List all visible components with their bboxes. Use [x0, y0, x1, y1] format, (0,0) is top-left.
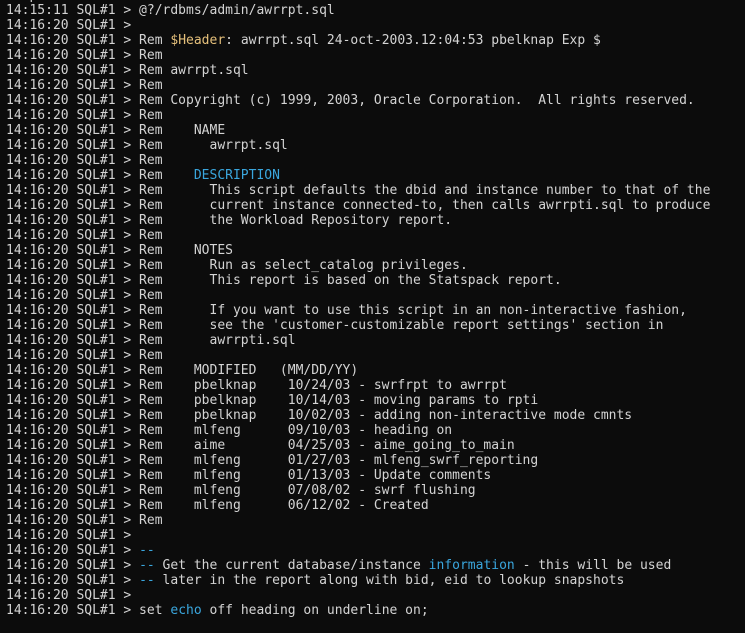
terminal-line: 14:16:20 SQL#1 > Rem see the 'customer-c…	[6, 318, 664, 333]
terminal-line: 14:16:20 SQL#1 > Rem	[6, 48, 163, 63]
line-text-segment: 14:16:20 SQL#1 > Rem	[6, 33, 171, 48]
terminal-line: 14:16:20 SQL#1 > Rem MODIFIED (MM/DD/YY)	[6, 363, 359, 378]
terminal-output: Elapsed: 00:00:01.9114:15:11 SQL#1 > @?/…	[6, 0, 745, 618]
terminal-line: 14:16:20 SQL#1 > Rem	[6, 153, 163, 168]
terminal-line: 14:16:20 SQL#1 > Rem	[6, 108, 163, 123]
line-text-segment: : awrrpt.sql 24-oct-2003.12:04:53 pbelkn…	[225, 33, 601, 48]
terminal-line: 14:16:20 SQL#1 > -- Get the current data…	[6, 558, 745, 573]
terminal-line: 14:16:20 SQL#1 > Rem This script default…	[6, 183, 711, 198]
terminal-window[interactable]: Elapsed: 00:00:01.9114:15:11 SQL#1 > @?/…	[0, 0, 745, 633]
terminal-line: 14:16:20 SQL#1 > Rem pbelknap 10/14/03 -…	[6, 393, 539, 408]
highlighted-token: --	[139, 573, 155, 588]
highlighted-token: DESCRIPTION	[193, 168, 280, 183]
highlighted-token: information	[428, 558, 515, 573]
terminal-line: 14:16:20 SQL#1 > Rem the Workload Reposi…	[6, 213, 453, 228]
line-text-segment: 14:16:20 SQL#1 >	[6, 558, 140, 573]
terminal-line: 14:16:20 SQL#1 > Rem mlfeng 01/27/03 - m…	[6, 453, 539, 468]
highlighted-token: --	[139, 558, 155, 573]
terminal-line: 14:16:20 SQL#1 >	[6, 588, 132, 603]
highlighted-token: echo	[170, 603, 202, 618]
terminal-line: 14:16:20 SQL#1 > Rem	[6, 228, 163, 243]
terminal-line: 14:15:11 SQL#1 > @?/rdbms/admin/awrrpt.s…	[6, 3, 335, 18]
terminal-line: 14:16:20 SQL#1 >	[6, 18, 132, 33]
line-text-segment: later in the report along with bid, eid …	[154, 573, 625, 588]
line-text-segment: off heading on underline on;	[201, 603, 429, 618]
terminal-line: 14:16:20 SQL#1 > Rem NOTES	[6, 243, 233, 258]
line-text-segment: 14:16:20 SQL#1 >	[6, 573, 140, 588]
terminal-line: 14:16:20 SQL#1 > Rem NAME	[6, 123, 226, 138]
terminal-line: 14:16:20 SQL#1 > Rem mlfeng 01/13/03 - U…	[6, 468, 492, 483]
terminal-line: 14:16:20 SQL#1 > -- later in the report …	[6, 573, 745, 588]
terminal-line: 14:16:20 SQL#1 > Rem Run as select_catal…	[6, 258, 468, 273]
terminal-line: 14:16:20 SQL#1 >	[6, 528, 132, 543]
line-text-segment: Get the current database/instance	[154, 558, 429, 573]
line-text-segment: 14:16:20 SQL#1 > set	[6, 603, 171, 618]
terminal-line: 14:16:20 SQL#1 > Rem If you want to use …	[6, 303, 687, 318]
terminal-line: 14:16:20 SQL#1 > Rem	[6, 513, 163, 528]
terminal-line: 14:16:20 SQL#1 > Rem aime 04/25/03 - aim…	[6, 438, 515, 453]
terminal-line: 14:16:20 SQL#1 > Rem	[6, 348, 163, 363]
terminal-line: 14:16:20 SQL#1 > Rem DESCRIPTION	[6, 168, 745, 183]
highlighted-token: $Header	[170, 33, 226, 48]
line-text-segment: 14:16:20 SQL#1 >	[6, 543, 140, 558]
terminal-line: 14:16:20 SQL#1 > Rem mlfeng 06/12/02 - C…	[6, 498, 429, 513]
terminal-line: 14:16:20 SQL#1 > Rem awrrpt.sql	[6, 138, 288, 153]
terminal-line: 14:16:20 SQL#1 > Rem pbelknap 10/02/03 -…	[6, 408, 633, 423]
terminal-line: 14:16:20 SQL#1 > --	[6, 543, 745, 558]
terminal-line: 14:16:20 SQL#1 > Rem Copyright (c) 1999,…	[6, 93, 695, 108]
terminal-line: 14:16:20 SQL#1 > Rem current instance co…	[6, 198, 711, 213]
terminal-line: 14:16:20 SQL#1 > Rem awrrpti.sql	[6, 333, 296, 348]
terminal-line: 14:16:20 SQL#1 > Rem $Header: awrrpt.sql…	[6, 33, 745, 48]
terminal-line: 14:16:20 SQL#1 > Rem	[6, 78, 163, 93]
terminal-line: 14:16:20 SQL#1 > Rem mlfeng 07/08/02 - s…	[6, 483, 476, 498]
highlighted-token: --	[139, 543, 155, 558]
terminal-line: 14:16:20 SQL#1 > Rem pbelknap 10/24/03 -…	[6, 378, 507, 393]
line-text-segment: - this will be used	[514, 558, 672, 573]
terminal-line: 14:16:20 SQL#1 > set echo off heading on…	[6, 603, 745, 618]
terminal-line: 14:16:20 SQL#1 > Rem mlfeng 09/10/03 - h…	[6, 423, 453, 438]
line-text-segment: 14:16:20 SQL#1 > Rem	[6, 168, 194, 183]
terminal-line: 14:16:20 SQL#1 > Rem awrrpt.sql	[6, 63, 249, 78]
terminal-line: 14:16:20 SQL#1 > Rem This report is base…	[6, 273, 562, 288]
terminal-line: 14:16:20 SQL#1 > Rem	[6, 288, 163, 303]
